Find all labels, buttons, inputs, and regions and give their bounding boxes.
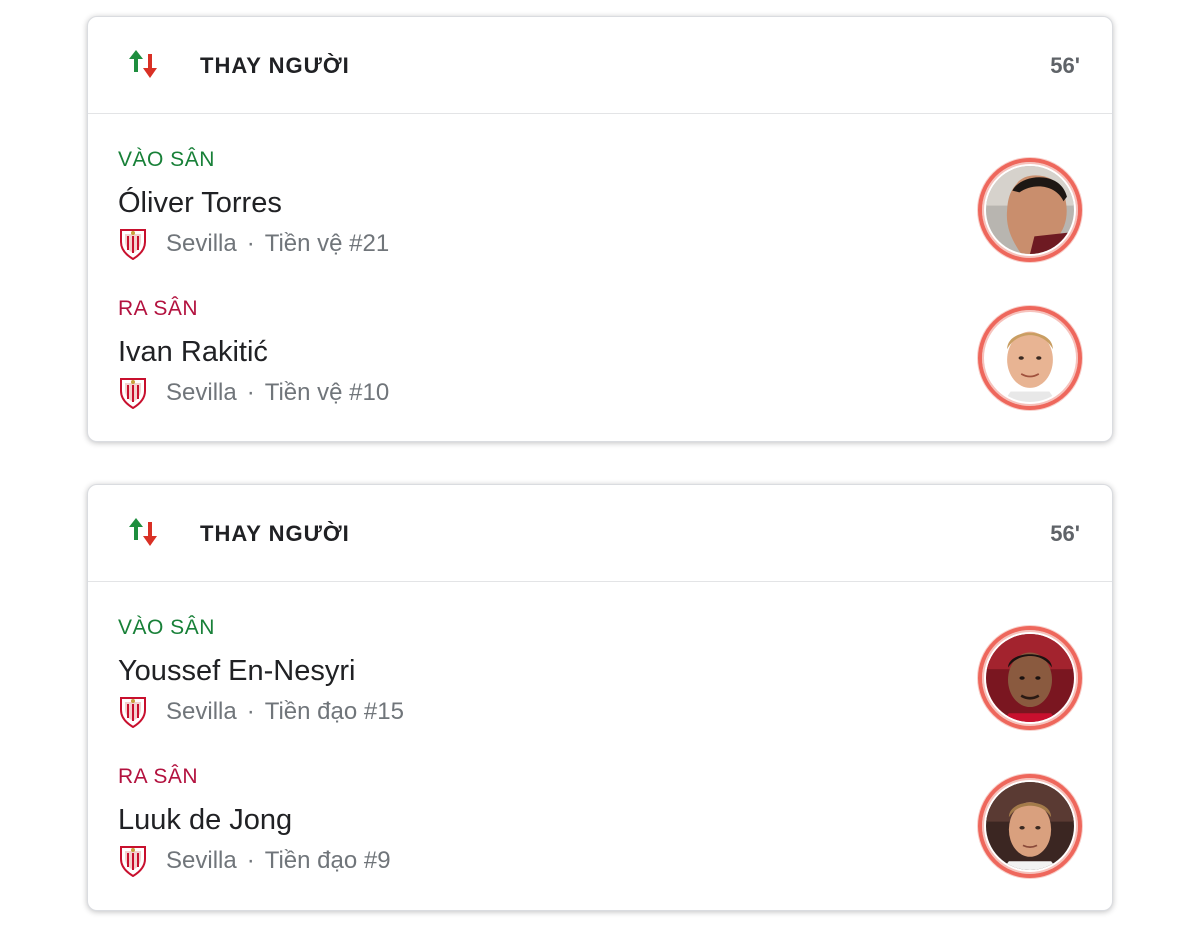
direction-label-out: RA SÂN: [118, 297, 199, 320]
player-name[interactable]: Óliver Torres: [118, 187, 282, 220]
direction-label-in: VÀO SÂN: [118, 616, 215, 639]
team-name: Sevilla: [166, 847, 237, 874]
player-info: Sevilla · Tiền vệ #10: [118, 377, 389, 409]
player-info: Sevilla · Tiền đạo #9: [118, 845, 391, 877]
separator: ·: [246, 698, 255, 725]
team-name: Sevilla: [166, 379, 237, 406]
sevilla-crest-icon: [120, 378, 146, 409]
substitution-card: THAY NGƯỜI 56' VÀO SÂN Youssef En-Nesyri…: [87, 484, 1113, 911]
position-number: Tiền vệ #10: [264, 379, 390, 406]
sevilla-crest-icon: [120, 697, 146, 728]
player-photo-image: [986, 314, 1074, 402]
player-photo[interactable]: [978, 774, 1082, 878]
player-photo[interactable]: [978, 626, 1082, 730]
card-title: THAY NGƯỜI: [200, 53, 350, 78]
player-out[interactable]: RA SÂN Ivan Rakitić Sevilla · Tiền vệ #1…: [118, 292, 1082, 422]
player-photo-image: [986, 166, 1074, 254]
player-info: Sevilla · Tiền đạo #15: [118, 696, 404, 728]
card-header: THAY NGƯỜI 56': [88, 17, 1112, 114]
player-in[interactable]: VÀO SÂN Youssef En-Nesyri Sevilla · Tiền…: [118, 611, 1082, 741]
position-number: Tiền đạo #9: [264, 847, 391, 874]
separator: ·: [246, 847, 255, 874]
substitution-card: THAY NGƯỜI 56' VÀO SÂN Óliver Torres Sev…: [87, 16, 1113, 442]
separator: ·: [246, 379, 255, 406]
player-photo-image: [986, 634, 1074, 722]
sevilla-crest-icon: [120, 846, 146, 877]
player-photo[interactable]: [978, 158, 1082, 262]
player-out[interactable]: RA SÂN Luuk de Jong Sevilla · Tiền đạo #…: [118, 760, 1082, 890]
sevilla-crest-icon: [120, 229, 146, 260]
substitution-arrows-icon: [129, 50, 157, 78]
team-name: Sevilla: [166, 698, 237, 725]
team-name: Sevilla: [166, 230, 237, 257]
direction-label-out: RA SÂN: [118, 765, 199, 788]
player-name[interactable]: Ivan Rakitić: [118, 336, 268, 369]
event-minute: 56': [1050, 521, 1080, 546]
card-header: THAY NGƯỜI 56': [88, 485, 1112, 582]
card-title: THAY NGƯỜI: [200, 521, 350, 546]
substitution-arrows-icon: [129, 518, 157, 546]
player-name[interactable]: Youssef En-Nesyri: [118, 655, 355, 688]
position-number: Tiền đạo #15: [264, 698, 404, 725]
player-photo[interactable]: [978, 306, 1082, 410]
position-number: Tiền vệ #21: [264, 230, 390, 257]
separator: ·: [246, 230, 255, 257]
player-in[interactable]: VÀO SÂN Óliver Torres Sevilla · Tiền vệ …: [118, 143, 1082, 273]
player-photo-image: [986, 782, 1074, 870]
player-name[interactable]: Luuk de Jong: [118, 804, 292, 837]
player-info: Sevilla · Tiền vệ #21: [118, 228, 389, 260]
event-minute: 56': [1050, 53, 1080, 78]
direction-label-in: VÀO SÂN: [118, 148, 215, 171]
